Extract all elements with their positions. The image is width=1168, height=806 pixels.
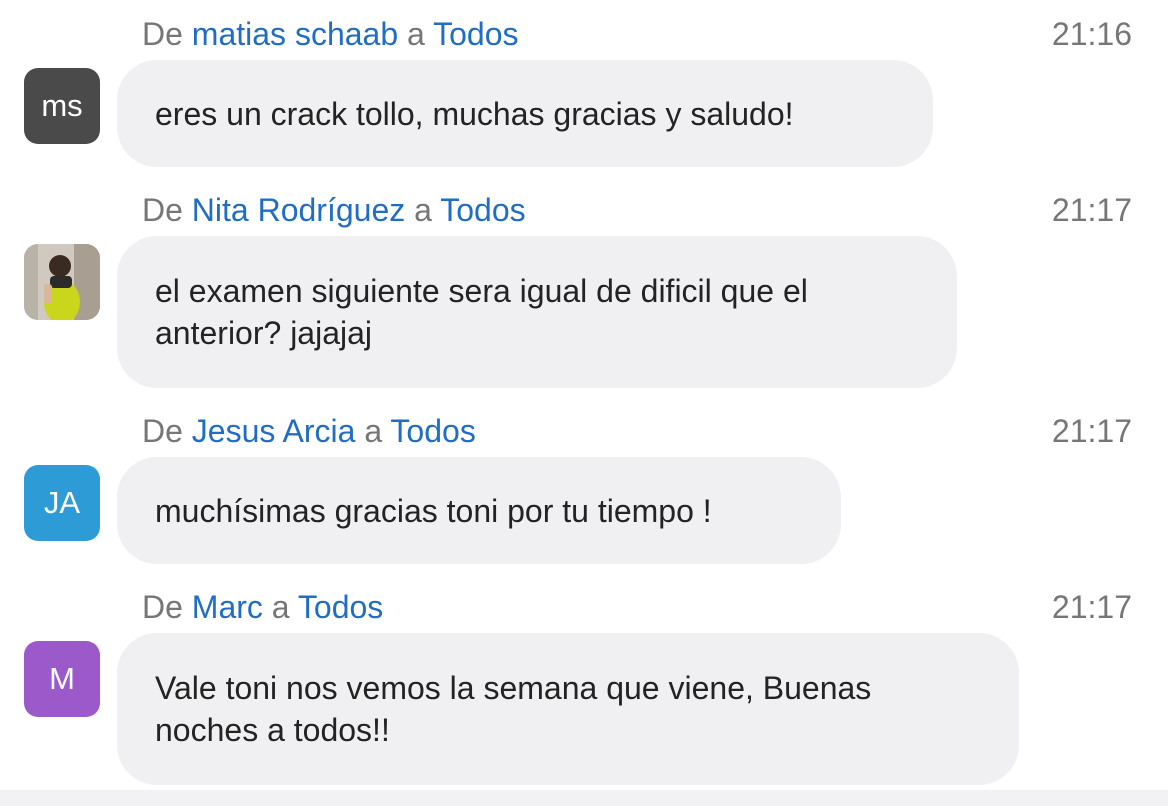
- avatar: JA: [24, 465, 100, 541]
- message-header: De Nita Rodríguez a Todos: [142, 190, 526, 230]
- from-label: De: [142, 589, 183, 625]
- chat-message-list: De matias schaab a Todos 21:16 ms eres u…: [0, 0, 1168, 790]
- avatar-photo: [24, 244, 100, 320]
- to-label: a: [271, 589, 290, 625]
- chat-input-area-edge: [0, 790, 1168, 806]
- to-label: a: [364, 413, 383, 449]
- avatar-initials: M: [49, 661, 75, 696]
- recipient-name[interactable]: Todos: [440, 192, 525, 228]
- to-label: a: [407, 16, 425, 52]
- sender-name[interactable]: Nita Rodríguez: [192, 192, 405, 228]
- profile-photo-icon: [24, 244, 100, 320]
- recipient-name[interactable]: Todos: [390, 413, 475, 449]
- message-time: 21:17: [1051, 413, 1132, 449]
- message-text: el examen siguiente sera igual de difici…: [155, 273, 808, 351]
- from-label: De: [142, 16, 183, 52]
- message-time: 21:16: [1051, 16, 1132, 52]
- message-time: 21:17: [1051, 192, 1132, 228]
- message-bubble: el examen siguiente sera igual de difici…: [117, 236, 957, 388]
- avatar-initials: JA: [43, 485, 81, 520]
- message-text: muchísimas gracias toni por tu tiempo !: [155, 492, 712, 529]
- from-label: De: [142, 192, 183, 228]
- avatar: ms: [24, 68, 100, 144]
- sender-name[interactable]: Marc: [192, 589, 263, 625]
- message-header: De Marc a Todos: [142, 587, 383, 627]
- from-label: De: [142, 413, 183, 449]
- message-bubble: Vale toni nos vemos la semana que viene,…: [117, 633, 1019, 785]
- recipient-name[interactable]: Todos: [433, 16, 518, 52]
- message-time: 21:17: [1051, 589, 1132, 625]
- message-text: eres un crack tollo, muchas gracias y sa…: [155, 95, 794, 132]
- avatar-initials: ms: [41, 88, 83, 123]
- message-bubble: eres un crack tollo, muchas gracias y sa…: [117, 60, 933, 167]
- message-bubble: muchísimas gracias toni por tu tiempo !: [117, 457, 841, 564]
- recipient-name[interactable]: Todos: [298, 589, 383, 625]
- to-label: a: [414, 192, 432, 228]
- sender-name[interactable]: matias schaab: [192, 16, 398, 52]
- sender-name[interactable]: Jesus Arcia: [192, 413, 356, 449]
- avatar: M: [24, 641, 100, 717]
- message-header: De Jesus Arcia a Todos: [142, 411, 476, 451]
- message-text: Vale toni nos vemos la semana que viene,…: [155, 670, 872, 748]
- message-header: De matias schaab a Todos: [142, 14, 519, 54]
